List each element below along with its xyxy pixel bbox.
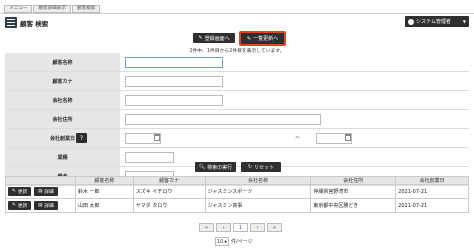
calendar-icon[interactable] — [345, 134, 351, 141]
search-button[interactable]: 🔍︎ 検索の実行 — [195, 162, 236, 172]
founded-date-cell: 2021-07-21 — [395, 198, 469, 213]
column-header: 会社創業日 — [395, 176, 469, 185]
update-button[interactable]: ✎ 更新 — [8, 201, 32, 210]
company-name-cell: ジャスミンスポーツ — [204, 184, 312, 199]
company-name-input[interactable] — [125, 95, 223, 106]
company-address-input[interactable] — [125, 114, 321, 125]
company-address-cell: 東京都中央区勝どき — [310, 198, 397, 213]
column-header: 会社住所 — [310, 176, 397, 185]
current-page-button[interactable]: 1 — [233, 223, 248, 232]
form-row-company-name: 会社名称 — [5, 91, 469, 110]
column-header: 顧客カナ — [132, 176, 206, 185]
column-header: 会社名称 — [204, 176, 312, 185]
user-menu-button[interactable]: システム管理者 ▼ — [405, 16, 469, 27]
customer-name-cell: 山田 太郎 — [74, 198, 134, 213]
customer-name-input[interactable] — [125, 57, 223, 68]
page-title: 顧客 検索 — [20, 20, 49, 28]
results-table: 顧客名称 顧客カナ 会社名称 会社住所 会社創業日 ✎ 更新 ▤ 詳細 鈴木 一郎 ス… — [5, 176, 469, 213]
header-divider — [0, 13, 474, 14]
per-page-value: 10 — [217, 238, 224, 245]
customer-kana-input[interactable] — [125, 76, 223, 87]
document-icon: ▤ — [38, 203, 43, 208]
customer-name-cell: 鈴木 一郎 — [74, 184, 134, 199]
help-icon[interactable]: ? — [76, 133, 87, 143]
search-icon: 🔍︎ — [198, 164, 206, 170]
column-header: 顧客名称 — [74, 176, 134, 185]
last-page-button[interactable]: » — [267, 223, 282, 232]
user-icon — [408, 18, 414, 25]
company-address-label: 会社住所 — [5, 110, 120, 128]
prev-page-button[interactable]: ‹ — [216, 223, 231, 232]
tab-customer-detail[interactable]: 顧客詳細表示 — [33, 5, 71, 13]
industry-input[interactable] — [125, 152, 174, 163]
table-row: ✎ 更新 ▤ 詳細 鈴木 一郎 スズキ イチロウ ジャスミンスポーツ 仲縄県宮野湾市 … — [5, 184, 469, 199]
table-header-row: 顧客名称 顧客カナ 会社名称 会社住所 会社創業日 — [5, 176, 469, 185]
document-icon: ▤ — [38, 189, 43, 194]
first-page-button[interactable]: « — [199, 223, 214, 232]
founded-date-label: 会社創業日 — [5, 129, 120, 147]
reset-button[interactable]: ↻ リセット — [241, 162, 281, 172]
edit-icon: ✎ — [12, 189, 16, 194]
per-page-suffix: 件/ページ — [231, 239, 253, 245]
chevron-down-icon: ▼ — [224, 239, 227, 244]
tab-menu[interactable]: メニュー — [4, 5, 33, 13]
register-button[interactable]: ✎ 登録画面へ — [193, 33, 235, 43]
customer-kana-cell: ヤマダ タロウ — [132, 198, 206, 213]
customer-kana-label: 顧客カナ — [5, 72, 120, 90]
form-row-company-address: 会社住所 — [5, 110, 469, 129]
form-row-customer-name: 顧客名称 — [5, 53, 469, 72]
search-form: 顧客名称 顧客カナ 会社名称 会社住所 会社創業日 ? ~ 業種 備考 — [5, 53, 469, 186]
range-separator: ~ — [295, 134, 301, 141]
customer-kana-cell: スズキ イチロウ — [132, 184, 206, 199]
founded-date-cell: 2021-07-21 — [395, 184, 469, 199]
per-page-control: 10 ▼ 件/ページ — [215, 237, 253, 246]
edit-icon: ✎ — [12, 203, 16, 208]
actions-column-header — [5, 176, 76, 185]
breadcrumb-tabs: メニュー 顧客詳細表示 顧客検索 — [4, 5, 101, 13]
user-label: システム管理者 — [416, 19, 451, 25]
bulk-update-button[interactable]: ✎ 一覧更新へ — [239, 31, 286, 46]
company-name-cell: ジャスミン商事 — [204, 198, 312, 213]
search-label: 検索の実行 — [207, 164, 233, 171]
row-actions: ✎ 更新 ▤ 詳細 — [5, 184, 76, 199]
detail-button[interactable]: ▤ 詳細 — [34, 201, 58, 210]
industry-label: 業種 — [5, 148, 120, 166]
chevron-down-icon: ▼ — [462, 19, 466, 24]
detail-button[interactable]: ▤ 詳細 — [34, 187, 58, 196]
reset-label: リセット — [254, 164, 275, 171]
table-row: ✎ 更新 ▤ 詳細 山田 太郎 ヤマダ タロウ ジャスミン商事 東京都中央区勝どき 2… — [5, 198, 469, 213]
form-row-founded-date: 会社創業日 ? ~ — [5, 129, 469, 148]
update-button[interactable]: ✎ 更新 — [8, 187, 32, 196]
next-page-button[interactable]: › — [250, 223, 265, 232]
tab-customer-search[interactable]: 顧客検索 — [71, 5, 101, 13]
hamburger-menu-icon[interactable] — [5, 17, 17, 28]
reset-icon: ↻ — [247, 164, 253, 170]
edit-icon: ✎ — [198, 35, 203, 41]
row-actions: ✎ 更新 ▤ 詳細 — [5, 198, 76, 213]
form-row-customer-kana: 顧客カナ — [5, 72, 469, 91]
per-page-select[interactable]: 10 ▼ — [215, 237, 229, 246]
register-label: 登録画面へ — [204, 35, 230, 42]
calendar-icon[interactable] — [154, 134, 160, 141]
form-row-industry: 業種 — [5, 148, 469, 167]
customer-name-label: 顧客名称 — [5, 53, 120, 71]
company-name-label: 会社名称 — [5, 91, 120, 109]
bulk-update-label: 一覧更新へ — [253, 36, 279, 42]
pagination: « ‹ 1 › » — [199, 223, 282, 232]
edit-icon: ✎ — [246, 35, 252, 42]
company-address-cell: 仲縄県宮野湾市 — [310, 184, 397, 199]
